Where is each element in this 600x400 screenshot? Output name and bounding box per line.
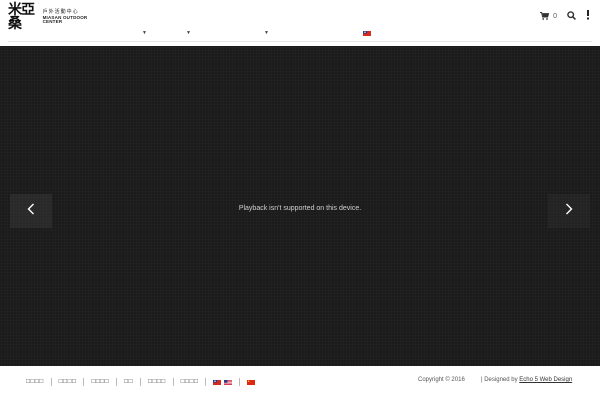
cart-count: 0 bbox=[553, 12, 557, 20]
main-nav: ▼ ▼ ▼ bbox=[8, 27, 592, 42]
language-switcher-china bbox=[239, 378, 262, 386]
footer-links: □□□□ □□□□ □□□□ □□ □□□□ □□□□ bbox=[26, 378, 262, 386]
hero-video[interactable]: Playback isn't supported on this device. bbox=[0, 46, 600, 366]
taiwan-flag-icon[interactable] bbox=[213, 379, 222, 385]
site-footer: □□□□ □□□□ □□□□ □□ □□□□ □□□□ Copyright © … bbox=[0, 366, 600, 400]
nav-dropdown-caret-icon[interactable]: ▼ bbox=[186, 30, 191, 36]
cart-button[interactable]: 0 bbox=[540, 7, 557, 25]
nav-dropdown-caret-icon[interactable]: ▼ bbox=[264, 30, 269, 36]
header-icons: 0 bbox=[540, 9, 590, 23]
footer-link[interactable]: □□□□ bbox=[83, 378, 116, 386]
chevron-right-icon bbox=[565, 202, 573, 220]
search-icon bbox=[567, 7, 576, 25]
footer-link[interactable]: □□□□ bbox=[26, 378, 51, 386]
logo-text: 戶外活動中心 MIASAN OUTDOOR CENTER bbox=[42, 8, 96, 25]
designer-link[interactable]: Echo 5 Web Design bbox=[519, 377, 572, 383]
logo-subtitle: MIASAN OUTDOOR CENTER bbox=[42, 14, 88, 24]
site-logo[interactable]: 米亞桑 戶外活動中心 MIASAN OUTDOOR CENTER bbox=[8, 3, 96, 31]
language-switcher bbox=[205, 378, 239, 386]
footer-link[interactable]: □□ bbox=[116, 378, 140, 386]
taiwan-flag-icon[interactable] bbox=[363, 31, 371, 36]
footer-link[interactable]: □□□□ bbox=[50, 378, 84, 386]
footer-link[interactable]: □□□□ bbox=[172, 378, 206, 386]
more-menu-button[interactable] bbox=[586, 7, 590, 25]
nav-dropdown-caret-icon[interactable]: ▼ bbox=[142, 30, 147, 36]
designed-by: | Designed by Echo 5 Web Design bbox=[481, 377, 572, 383]
search-button[interactable] bbox=[567, 7, 576, 25]
designed-by-prefix: | Designed by bbox=[481, 377, 520, 383]
china-flag-icon[interactable] bbox=[247, 379, 256, 385]
copyright-text: Copyright © 2016 bbox=[418, 377, 465, 383]
cart-icon bbox=[540, 7, 550, 25]
footer-link[interactable]: □□□□ bbox=[140, 378, 173, 386]
more-vertical-icon bbox=[586, 7, 590, 25]
logo-glyphs: 戶外活動中心 bbox=[42, 8, 79, 15]
usa-flag-icon[interactable] bbox=[224, 379, 233, 385]
playback-message: Playback isn't supported on this device. bbox=[238, 205, 362, 212]
site-header: 米亞桑 戶外活動中心 MIASAN OUTDOOR CENTER 0 ▼ ▼ ▼ bbox=[0, 0, 600, 46]
next-slide-button[interactable] bbox=[548, 194, 590, 228]
